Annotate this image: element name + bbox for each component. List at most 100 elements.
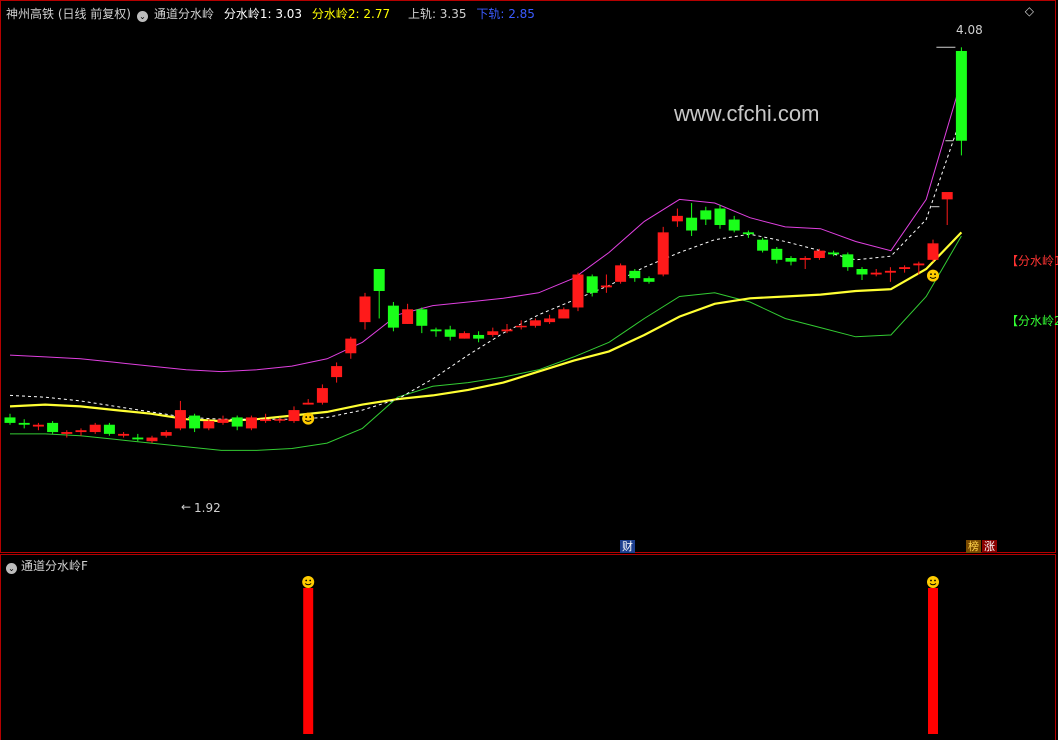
candle-body (515, 325, 527, 328)
candle-body (75, 430, 87, 433)
candle-body (217, 419, 229, 423)
candle-body (529, 320, 541, 326)
candle-body (544, 318, 556, 323)
smiley-eye (934, 273, 936, 276)
candle-body (771, 248, 783, 260)
candle-body (316, 388, 328, 403)
candle-body (657, 232, 669, 275)
smiley-eye (309, 579, 312, 582)
candle-body (728, 219, 740, 231)
candle-body (501, 329, 513, 332)
candle-body (245, 417, 257, 429)
candle-body (132, 437, 144, 440)
candle-body (288, 410, 300, 422)
candle-body (714, 208, 726, 226)
smiley-eye (934, 579, 936, 582)
candle-body (118, 433, 130, 436)
candle-body (146, 437, 158, 442)
badge-cai[interactable]: 财 (620, 540, 635, 553)
candle-body (842, 254, 854, 268)
candle-body (700, 210, 712, 220)
candle-body (444, 329, 456, 337)
low-price-label: 1.92 (194, 501, 221, 515)
candle-body (487, 331, 499, 335)
chart-header: 神州高铁 (日线 前复权) ⌄ 通道分水岭 分水岭1: 3.03 分水岭2: 2.7… (6, 5, 541, 22)
candle-body (47, 422, 59, 433)
candle-body (742, 232, 754, 235)
smiley-eye (305, 416, 308, 418)
candle-body (671, 215, 683, 222)
sub-panel-header: ⌄ 通道分水岭F (6, 557, 88, 574)
candle-body (160, 432, 172, 436)
candle-body (430, 329, 442, 332)
collapse-icon-sub[interactable]: ⌄ (6, 563, 17, 574)
fsl2-value: 分水岭2: 2.77 (311, 7, 391, 21)
low-arrow-icon: ← (181, 500, 192, 514)
candle-body (473, 334, 485, 339)
candle-body (61, 432, 73, 434)
candle-body (174, 410, 186, 429)
candle-body (828, 252, 840, 255)
signal-bar (303, 588, 314, 734)
candle-body (260, 419, 272, 422)
candle-body (572, 274, 584, 308)
candle-body (32, 424, 44, 427)
candle-body (643, 278, 655, 282)
signal-bar-smiley-icon (302, 576, 315, 588)
candle-body (856, 268, 868, 275)
right-fsl1-label: 【分水岭1 (1006, 254, 1058, 268)
signal-smiley-icon (927, 269, 939, 282)
fsl1-value: 分水岭1: 3.03 (223, 7, 303, 21)
candle-body (416, 309, 428, 326)
smiley-eye (930, 273, 932, 276)
candle-body (600, 285, 612, 288)
candle-body (955, 50, 967, 141)
candle-body (189, 415, 201, 429)
lower-value: 下轨: 2.85 (476, 7, 535, 21)
signal-smiley-icon (302, 412, 315, 425)
candle-body (615, 265, 627, 282)
candle-body (373, 268, 385, 291)
candle-body (231, 417, 243, 427)
instrument-title: 神州高铁 (日线 前复权) (6, 7, 131, 21)
indicator-name: 通道分水岭 (154, 7, 215, 21)
smiley-eye (309, 416, 312, 418)
candle-body (927, 243, 939, 260)
candle-body (18, 422, 30, 425)
signal-bar-smiley-icon (927, 576, 939, 588)
candle-body (813, 250, 825, 259)
right-fsl2-label: 【分水岭2 (1006, 314, 1058, 328)
candle-body (359, 296, 371, 323)
smiley-eye (930, 579, 932, 582)
candle-body (629, 270, 641, 279)
candle-body (899, 267, 911, 269)
signal-bar (928, 588, 938, 734)
candle-body (103, 424, 115, 434)
fsl1-line (9, 116, 962, 420)
candle-body (785, 258, 797, 262)
candle-body (458, 333, 470, 339)
candle-body (941, 192, 953, 200)
candle-body (558, 309, 570, 319)
collapse-icon[interactable]: ⌄ (137, 11, 148, 22)
candle-body (387, 305, 399, 328)
candle-body (302, 402, 314, 405)
sub-panel-title: 通道分水岭F (21, 559, 88, 573)
candle-body (89, 424, 101, 433)
candle-body (331, 366, 343, 378)
watermark: www.cfchi.com (674, 101, 820, 126)
candle-body (274, 419, 286, 421)
candle-body (799, 258, 811, 260)
high-price-label: 4.08 (956, 23, 983, 37)
candle-body (870, 272, 882, 275)
badge-zhang[interactable]: 涨 (982, 540, 997, 553)
candle-body (402, 309, 414, 324)
candlestick-chart[interactable] (0, 0, 1058, 740)
candle-body (757, 239, 769, 251)
badge-bang[interactable]: 榜 (966, 540, 981, 553)
settings-diamond-icon[interactable]: ◇ (1025, 4, 1034, 18)
lower-line (10, 235, 962, 451)
upper-value: 上轨: 3.35 (407, 7, 467, 21)
candle-body (913, 263, 925, 266)
candle-body (203, 421, 215, 429)
